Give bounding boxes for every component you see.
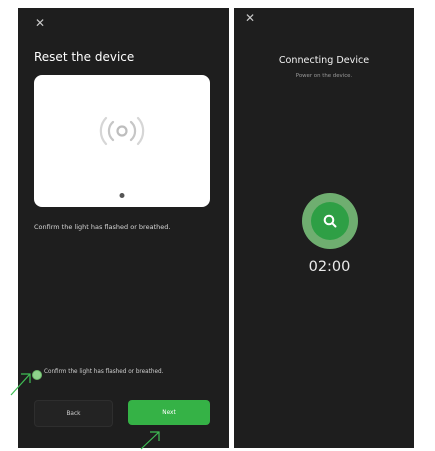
close-icon[interactable]: ✕ (245, 12, 255, 24)
countdown-timer: 02:00 (308, 259, 351, 275)
connecting-device-screen: ✕ Connecting Device Power on the device.… (234, 8, 414, 448)
instruction-text: Confirm the light has flashed or breathe… (34, 223, 171, 231)
annotation-arrow-icon (140, 431, 160, 450)
reset-device-screen: ✕ Reset the device Confirm the light has… (18, 8, 229, 448)
next-button[interactable]: Next (128, 400, 210, 425)
close-icon[interactable]: ✕ (35, 17, 45, 29)
nfc-signal-icon (94, 115, 150, 151)
page-subtitle: Power on the device. (295, 73, 353, 79)
searching-indicator (302, 193, 358, 249)
confirm-checkbox-label[interactable]: Confirm the light has flashed or breathe… (44, 367, 204, 377)
device-illustration-card (34, 75, 210, 207)
back-button[interactable]: Back (34, 400, 113, 427)
page-title: Connecting Device (278, 55, 370, 66)
device-button-dot (119, 193, 125, 198)
page-title: Reset the device (34, 50, 135, 64)
search-icon (311, 202, 349, 240)
annotation-arrow-icon (10, 373, 31, 396)
